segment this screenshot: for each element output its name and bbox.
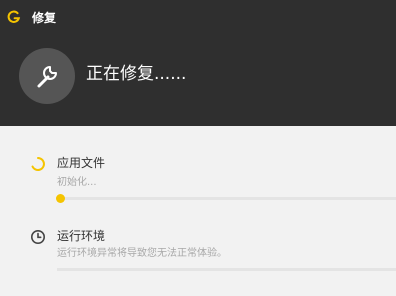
repair-status-icon bbox=[19, 48, 75, 104]
window-title: 修复 bbox=[32, 11, 57, 25]
spinner-icon bbox=[31, 157, 45, 171]
item-label: 运行环境 bbox=[57, 229, 106, 243]
header: 修复 正在修复...... bbox=[0, 0, 396, 126]
item-status: 初始化... bbox=[57, 177, 97, 188]
progress-track bbox=[57, 197, 396, 200]
progress-indicator bbox=[56, 194, 65, 203]
item-label: 应用文件 bbox=[57, 156, 106, 170]
status-title: 正在修复...... bbox=[86, 64, 187, 84]
repair-items: 应用文件 初始化... 运行环境 运行环境异常将导致您无法正常体验。 bbox=[0, 126, 396, 296]
app-logo-icon bbox=[7, 10, 21, 23]
progress-track bbox=[57, 268, 396, 271]
wrench-icon bbox=[37, 66, 57, 88]
item-status: 运行环境异常将导致您无法正常体验。 bbox=[57, 248, 227, 259]
clock-icon bbox=[31, 230, 45, 244]
